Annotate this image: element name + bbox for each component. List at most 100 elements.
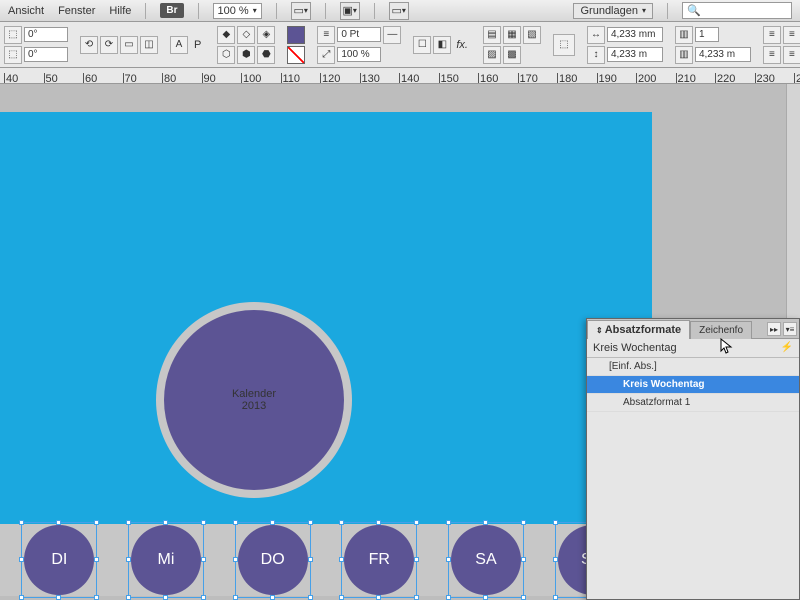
menu-hilfe[interactable]: Hilfe bbox=[109, 5, 131, 17]
ruler-tick: 80 bbox=[162, 73, 176, 83]
align-4[interactable]: ≡ bbox=[783, 46, 800, 64]
pathfinder-3[interactable]: ◈ bbox=[257, 26, 275, 44]
days-row: DIMiDOFRSASO bbox=[0, 524, 652, 596]
style-item[interactable]: Absatzformat 1 bbox=[587, 394, 799, 412]
text-wrap-1[interactable]: ▤ bbox=[483, 26, 501, 44]
panel-style-list[interactable]: [Einf. Abs.]Kreis WochentagAbsatzformat … bbox=[587, 358, 799, 578]
ruler-tick: 90 bbox=[202, 73, 216, 83]
gutter-field[interactable]: 4,233 m bbox=[695, 47, 751, 62]
bridge-button[interactable]: Br bbox=[160, 3, 183, 18]
arrange-button[interactable]: ▭▾ bbox=[389, 2, 409, 20]
fill-swatch[interactable] bbox=[287, 26, 305, 44]
stroke-swatch[interactable] bbox=[287, 46, 305, 64]
align-3[interactable]: ≡ bbox=[763, 46, 781, 64]
day-circle-mi[interactable]: Mi bbox=[131, 525, 201, 595]
panel-tabs: ⇕Absatzformate Zeichenfo ▸▸▾≡ bbox=[587, 319, 799, 339]
cell-w-field[interactable]: 4,233 mm bbox=[607, 27, 663, 42]
day-circle-di[interactable]: DI bbox=[24, 525, 94, 595]
view-options-button[interactable]: ▭▾ bbox=[291, 2, 311, 20]
shear-x-field[interactable]: 0° bbox=[24, 27, 68, 42]
panel-collapse-button[interactable]: ▸▸ bbox=[767, 322, 781, 336]
select-content-button[interactable]: ◫ bbox=[140, 36, 158, 54]
flip-h-button[interactable]: ⟲ bbox=[80, 36, 98, 54]
scale-field[interactable]: 100 % bbox=[337, 47, 381, 62]
screen-mode-button[interactable]: ▣▾ bbox=[340, 2, 360, 20]
separator bbox=[198, 3, 199, 19]
menu-ansicht[interactable]: Ansicht bbox=[8, 5, 44, 17]
ruler-tick: 180 bbox=[557, 73, 577, 83]
pathfinder-6[interactable]: ⬣ bbox=[257, 46, 275, 64]
align-1[interactable]: ≡ bbox=[763, 26, 781, 44]
stroke-style-button[interactable]: — bbox=[383, 26, 401, 44]
menu-bar: Ansicht Fenster Hilfe Br 100 %▾ ▭▾ ▣▾ ▭▾… bbox=[0, 0, 800, 22]
paragraph-format-button[interactable]: P bbox=[190, 39, 205, 51]
ruler-tick: 40 bbox=[4, 73, 18, 83]
corner-options-button[interactable]: ⬚ bbox=[553, 34, 575, 56]
style-item[interactable]: [Einf. Abs.] bbox=[587, 358, 799, 376]
ruler-tick: 170 bbox=[518, 73, 538, 83]
ruler-tick: 120 bbox=[320, 73, 340, 83]
panel-menu-button[interactable]: ▾≡ bbox=[783, 322, 797, 336]
paragraph-styles-panel: ⇕Absatzformate Zeichenfo ▸▸▾≡ Kreis Woch… bbox=[586, 318, 800, 600]
ruler-tick: 200 bbox=[636, 73, 656, 83]
text-wrap-5[interactable]: ▩ bbox=[503, 46, 521, 64]
fx-button[interactable]: fx. bbox=[453, 39, 471, 51]
ruler-tick: 230 bbox=[755, 73, 775, 83]
text-wrap-2[interactable]: ▦ bbox=[503, 26, 521, 44]
ruler-tick: 210 bbox=[676, 73, 696, 83]
cell-h-field[interactable]: 4,233 m bbox=[607, 47, 663, 62]
title-line2: 2013 bbox=[242, 400, 266, 412]
stroke-weight-field[interactable]: 0 Pt bbox=[337, 27, 381, 42]
flip-v-button[interactable]: ⟳ bbox=[100, 36, 118, 54]
style-item[interactable]: Kreis Wochentag bbox=[587, 376, 799, 394]
text-wrap-3[interactable]: ▧ bbox=[523, 26, 541, 44]
pathfinder-4[interactable]: ⬡ bbox=[217, 46, 235, 64]
gutter-icon: ▥ bbox=[675, 46, 693, 64]
panel-current-style: Kreis Wochentag ⚡ bbox=[587, 339, 799, 358]
cell-h-icon: ↕ bbox=[587, 46, 605, 64]
tab-absatzformate[interactable]: ⇕Absatzformate bbox=[587, 320, 690, 339]
pathfinder-5[interactable]: ⬢ bbox=[237, 46, 255, 64]
shear-x-icon[interactable]: ⬚ bbox=[4, 26, 22, 44]
effects-button[interactable]: ☐ bbox=[413, 36, 431, 54]
search-icon: 🔍 bbox=[687, 4, 701, 17]
ruler-tick: 110 bbox=[281, 73, 301, 83]
control-bar: ⬚0° ⬚0° ⟲ ⟳ ▭ ◫ A P ◆◇◈ ⬡⬢⬣ ≡0 Pt— ⤢100 … bbox=[0, 22, 800, 68]
title-line1: Kalender bbox=[232, 388, 276, 400]
day-circle-fr[interactable]: FR bbox=[344, 525, 414, 595]
title-circle[interactable]: Kalender 2013 bbox=[164, 310, 344, 490]
scale-icon: ⤢ bbox=[317, 46, 335, 64]
separator bbox=[325, 3, 326, 19]
cell-w-icon: ↔ bbox=[587, 26, 605, 44]
ruler-tick: 60 bbox=[83, 73, 97, 83]
tab-zeichenformate[interactable]: Zeichenfo bbox=[690, 321, 752, 339]
cols-icon: ▥ bbox=[675, 26, 693, 44]
pathfinder-2[interactable]: ◇ bbox=[237, 26, 255, 44]
pathfinder-1[interactable]: ◆ bbox=[217, 26, 235, 44]
ruler-tick: 130 bbox=[360, 73, 380, 83]
select-container-button[interactable]: ▭ bbox=[120, 36, 138, 54]
drop-shadow-button[interactable]: ◧ bbox=[433, 36, 451, 54]
chevron-down-icon: ▾ bbox=[642, 6, 646, 15]
stroke-weight-icon: ≡ bbox=[317, 26, 335, 44]
shear-y-field[interactable]: 0° bbox=[24, 47, 68, 62]
menu-fenster[interactable]: Fenster bbox=[58, 5, 95, 17]
ruler-tick: 150 bbox=[439, 73, 459, 83]
horizontal-ruler[interactable]: 4050607080901001101201301401501601701801… bbox=[0, 68, 800, 84]
day-circle-sa[interactable]: SA bbox=[451, 525, 521, 595]
cols-field[interactable]: 1 bbox=[695, 27, 719, 42]
quick-apply-icon[interactable]: ⚡ bbox=[781, 342, 793, 354]
ruler-tick: 70 bbox=[123, 73, 137, 83]
align-2[interactable]: ≡ bbox=[783, 26, 800, 44]
separator bbox=[667, 3, 668, 19]
workspace-select[interactable]: Grundlagen▾ bbox=[573, 3, 653, 19]
char-format-button[interactable]: A bbox=[170, 36, 188, 54]
zoom-select[interactable]: 100 %▾ bbox=[213, 3, 262, 19]
ruler-tick: 140 bbox=[399, 73, 419, 83]
text-wrap-4[interactable]: ▨ bbox=[483, 46, 501, 64]
ruler-tick: 240 bbox=[794, 73, 800, 83]
day-circle-do[interactable]: DO bbox=[238, 525, 308, 595]
search-input[interactable]: 🔍 bbox=[682, 2, 792, 19]
collapse-icon: ⇕ bbox=[596, 326, 603, 335]
shear-y-icon[interactable]: ⬚ bbox=[4, 46, 22, 64]
